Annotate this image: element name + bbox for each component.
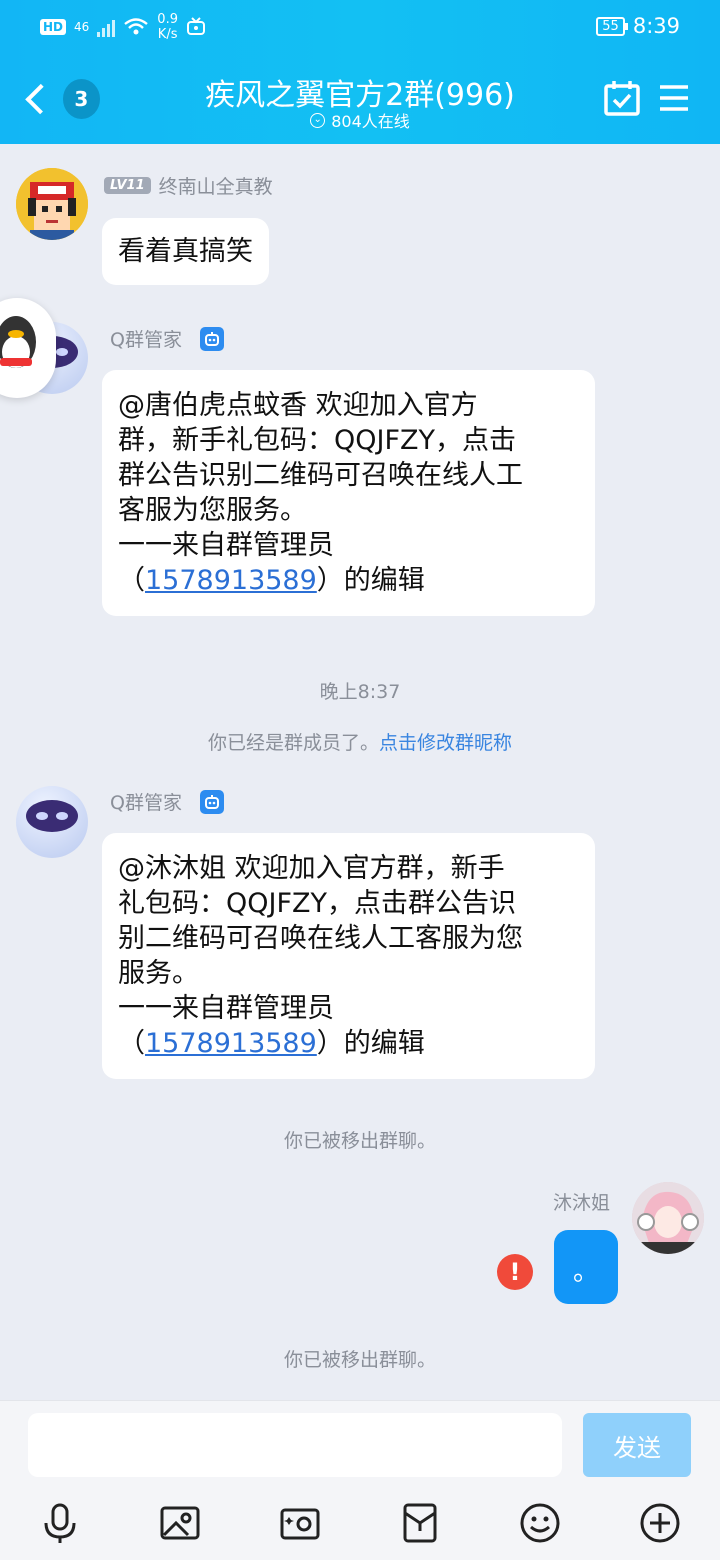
message-text: 。 bbox=[572, 1257, 599, 1287]
my-message-bubble[interactable]: 。 bbox=[554, 1230, 618, 1304]
send-button[interactable]: 发送 bbox=[583, 1413, 691, 1477]
qq-number-link[interactable]: 1578913589 bbox=[145, 565, 317, 596]
back-button[interactable]: 3 bbox=[20, 76, 100, 122]
online-icon: ⌄ bbox=[310, 112, 326, 128]
robot-badge-icon bbox=[199, 789, 224, 814]
message-line: 一一来自群管理员 bbox=[118, 993, 334, 1024]
camera-icon[interactable] bbox=[278, 1501, 322, 1545]
input-bar: 发送 bbox=[0, 1400, 720, 1560]
hd-indicator: HD bbox=[40, 19, 67, 35]
message-line: 群，新手礼包码：QQJFZY，点击 bbox=[118, 425, 516, 456]
avatar[interactable] bbox=[16, 168, 88, 240]
robot-badge-icon bbox=[199, 326, 224, 351]
microphone-icon[interactable] bbox=[38, 1501, 82, 1545]
calendar-check-icon[interactable] bbox=[602, 78, 642, 118]
level-badge: LV11 bbox=[104, 177, 151, 194]
timestamp: 晚上8:37 bbox=[319, 681, 401, 703]
emoji-icon[interactable] bbox=[518, 1501, 562, 1545]
message-line: @沐沐姐 欢迎加入官方群，新手 bbox=[118, 853, 505, 884]
system-notice: 你已经是群成员了。点击修改群昵称 bbox=[207, 732, 513, 754]
battery-icon: 55 bbox=[596, 16, 628, 36]
menu-icon[interactable] bbox=[654, 78, 694, 118]
message-line: 客服为您服务。 bbox=[118, 495, 307, 526]
message-line: @唐伯虎点蚊香 欢迎加入官方 bbox=[118, 390, 478, 421]
edit-nickname-link[interactable]: 点击修改群昵称 bbox=[379, 732, 512, 754]
status-bar: HD 46 0.9 K/s 55 8:39 bbox=[0, 0, 720, 52]
message-input[interactable] bbox=[28, 1413, 562, 1477]
system-notice: 你已被移出群聊。 bbox=[283, 1349, 436, 1371]
online-status: ⌄ 804人在线 bbox=[150, 108, 570, 132]
robot-icon bbox=[26, 800, 78, 832]
message-bubble[interactable]: 看着真搞笑 bbox=[102, 218, 269, 285]
image-icon[interactable] bbox=[158, 1501, 202, 1545]
clock: 8:39 bbox=[632, 14, 680, 38]
message-bubble[interactable]: @唐伯虎点蚊香 欢迎加入官方 群，新手礼包码：QQJFZY，点击 群公告识别二维… bbox=[102, 370, 595, 616]
sender-name: Q群管家 bbox=[110, 329, 182, 351]
plus-icon[interactable] bbox=[638, 1501, 682, 1545]
qq-penguin-icon bbox=[0, 316, 36, 368]
red-packet-icon[interactable] bbox=[398, 1501, 442, 1545]
anime-girl-avatar bbox=[632, 1182, 704, 1254]
input-toolbar bbox=[0, 1497, 720, 1557]
message-line: 别二维码可召唤在线人工客服为您 bbox=[118, 923, 523, 954]
network-type: 46 bbox=[74, 20, 90, 34]
message-line: 群公告识别二维码可召唤在线人工 bbox=[118, 460, 523, 491]
system-notice: 你已被移出群聊。 bbox=[283, 1130, 436, 1152]
sender-name: 终南山全真教 bbox=[158, 176, 273, 198]
message-line: 服务。 bbox=[118, 958, 199, 989]
qq-number-link[interactable]: 1578913589 bbox=[145, 1028, 317, 1059]
message-line: 一一来自群管理员 bbox=[118, 530, 334, 561]
signal-icon bbox=[97, 17, 116, 37]
unread-count-badge: 3 bbox=[62, 79, 100, 119]
my-avatar[interactable] bbox=[632, 1182, 704, 1254]
message-sender: Q群管家 bbox=[110, 788, 224, 815]
bot-avatar[interactable] bbox=[16, 786, 88, 858]
message-line: （1578913589）的编辑 bbox=[118, 565, 425, 596]
message-line: （1578913589）的编辑 bbox=[118, 1028, 425, 1059]
pixel-boy-avatar bbox=[16, 168, 88, 240]
message-bubble[interactable]: @沐沐姐 欢迎加入官方群，新手 礼包码：QQJFZY，点击群公告识 别二维码可召… bbox=[102, 833, 595, 1079]
message-sender: LV11 终南山全真教 bbox=[104, 172, 273, 199]
message-text: 看着真搞笑 bbox=[118, 236, 253, 267]
tv-icon bbox=[186, 17, 205, 35]
floating-qq-button[interactable] bbox=[0, 298, 56, 398]
message-sender: Q群管家 bbox=[110, 325, 224, 352]
network-speed: 0.9 K/s bbox=[157, 12, 178, 42]
chat-header: HD 46 0.9 K/s 55 8:39 3 疾风之翼官方2群(996) ⌄ 8… bbox=[0, 0, 720, 144]
send-failed-icon[interactable]: ! bbox=[497, 1254, 533, 1290]
my-name: 沐沐姐 bbox=[552, 1192, 610, 1214]
back-icon bbox=[25, 83, 56, 115]
online-count: 804人在线 bbox=[331, 112, 410, 131]
sender-name: Q群管家 bbox=[110, 792, 182, 814]
message-line: 礼包码：QQJFZY，点击群公告识 bbox=[118, 888, 516, 919]
wifi-icon bbox=[124, 18, 149, 35]
